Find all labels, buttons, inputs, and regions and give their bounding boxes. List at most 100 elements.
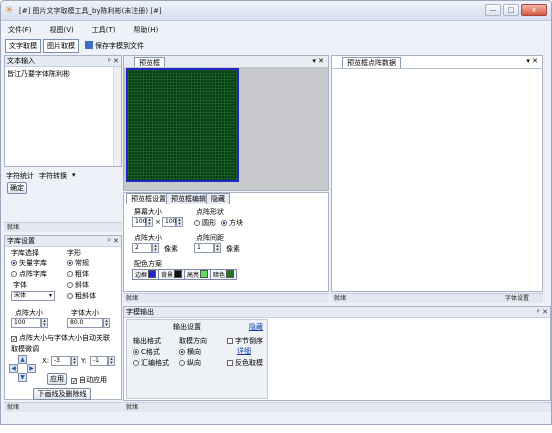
dot-data-area[interactable] (332, 68, 542, 291)
menu-tools[interactable]: 工具(T) (89, 23, 119, 37)
bg-color-button[interactable]: 背景 (158, 269, 186, 280)
dot-size-input[interactable]: 100 (11, 318, 41, 328)
asm-format-radio[interactable]: 汇编格式 (133, 358, 169, 368)
text-input-area[interactable]: 皆江乃要字体陈利彬 (7, 69, 70, 79)
radio-off-icon (11, 271, 17, 277)
output-settings-label: 输出设置 (173, 323, 201, 331)
radio-off-icon (194, 220, 200, 226)
close-icon[interactable]: ✕ (318, 57, 324, 65)
bold-italic-radio[interactable]: 粗斜体 (67, 291, 96, 301)
dot-size-input-2[interactable]: 2 (132, 243, 152, 253)
dark-color-button[interactable]: 暗色 (210, 269, 238, 280)
menu-file[interactable]: 文件(F) (5, 23, 35, 37)
vector-radio[interactable]: 矢量字库 (11, 258, 47, 268)
radio-on-icon (179, 349, 185, 355)
underline-strike-button[interactable]: 下画线及删除线 (33, 388, 91, 400)
c-format-radio[interactable]: C格式 (133, 347, 160, 357)
output-controls[interactable]: ᵖ ✕ (537, 307, 548, 317)
chevron-down-icon[interactable]: ▾ (72, 171, 76, 179)
data-panel-controls[interactable]: ▾ ✕ (526, 57, 538, 65)
font-size-spinner[interactable]: ▴ ▾ (103, 318, 110, 328)
x-spinner[interactable]: ▴ ▾ (71, 356, 78, 366)
arrow-down-icon[interactable]: ▼ (18, 373, 27, 382)
circle-radio[interactable]: 圆形 (194, 218, 216, 228)
hide-link[interactable]: 隐藏 (249, 322, 263, 332)
y-spinner[interactable]: ▴ ▾ (108, 356, 115, 366)
bold-radio[interactable]: 粗体 (67, 269, 89, 279)
invert-checkbox[interactable]: 反色取模 (227, 358, 263, 368)
checkbox-unchecked-icon (227, 360, 233, 366)
italic-radio[interactable]: 斜体 (67, 280, 89, 290)
output-title: 字模输出 (126, 308, 154, 316)
font-settings-controls[interactable]: ᵖ ✕ (108, 236, 119, 246)
char-stats-tab[interactable]: 字符统计 (6, 171, 34, 181)
vertical-label: 纵向 (187, 359, 201, 367)
bg-color-label: 背景 (161, 272, 174, 279)
detail-link[interactable]: 详细 (237, 346, 251, 356)
status-center-top: 就绪 (123, 293, 329, 303)
font-size-input[interactable]: 80.0 (67, 318, 103, 328)
text-mode-button[interactable]: 文字取模 (5, 38, 41, 53)
highlight-color-button[interactable]: 高亮 (184, 269, 212, 280)
menu-help[interactable]: 帮助(H) (131, 23, 162, 37)
tab-preview-settings[interactable]: 预览框设置 (126, 193, 171, 204)
close-icon[interactable]: ✕ (113, 57, 119, 65)
regular-radio[interactable]: 常规 (67, 258, 89, 268)
pin-icon[interactable]: ᵖ (108, 57, 111, 65)
menu-view[interactable]: 视图(V) (47, 23, 77, 37)
dot-gap-input[interactable]: 1 (194, 243, 214, 253)
dot-shape-label: 点阵形状 (196, 208, 224, 216)
y-input[interactable]: -1 (90, 356, 108, 366)
screen-height-input[interactable]: 100 (162, 217, 176, 227)
screen-height-spinner[interactable]: ▴ ▾ (176, 217, 183, 227)
dot-size-spinner[interactable]: ▴ ▾ (41, 318, 48, 328)
image-mode-button[interactable]: 图片取模 (43, 38, 79, 53)
confirm-button[interactable]: 确定 (7, 182, 27, 194)
arrow-right-icon[interactable]: ▶ (27, 364, 36, 373)
close-icon[interactable]: ✕ (532, 57, 538, 65)
screen-width-spinner[interactable]: ▴ ▾ (146, 217, 153, 227)
font-select[interactable]: 宋体 ▾ (11, 291, 55, 301)
auto-link-checkbox[interactable]: ✓ 点阵大小与字体大小自动关联 (11, 333, 110, 343)
x-input[interactable]: -3 (51, 356, 71, 366)
text-input-header: 文本输入 ᵖ ✕ (5, 56, 121, 67)
dot-size-spinner-2[interactable]: ▴ ▾ (152, 243, 159, 253)
chevron-down-icon[interactable]: ▾ (312, 57, 316, 65)
font-settings-status[interactable]: 字体设置 (505, 294, 529, 304)
times-label: × (155, 218, 161, 226)
text-input-scrollbar[interactable] (113, 67, 121, 166)
y-label: Y: (81, 357, 87, 365)
dot-data-tab[interactable]: 预览框点阵数据 (342, 57, 401, 68)
screen-width-input[interactable]: 100 (132, 217, 146, 227)
checkbox-checked-icon: ✓ (71, 378, 78, 385)
apply-button[interactable]: 应用 (47, 373, 67, 385)
text-input-controls[interactable]: ᵖ ✕ (108, 56, 119, 66)
horizontal-radio[interactable]: 横向 (179, 347, 201, 357)
bitmap-radio[interactable]: 点阵字库 (11, 269, 47, 279)
preview-controls[interactable]: ▾ ✕ (312, 57, 324, 65)
save-button[interactable]: 保存字模到文件 (81, 39, 148, 53)
dot-size-label: 点阵大小 (15, 309, 43, 317)
maximize-button[interactable]: □ (503, 4, 519, 16)
vector-label: 矢量字库 (19, 259, 47, 267)
arrow-up-icon[interactable]: ▲ (18, 355, 27, 364)
auto-apply-checkbox[interactable]: ✓ 自动应用 (71, 375, 107, 385)
vertical-radio[interactable]: 纵向 (179, 358, 201, 368)
color-swatch (226, 270, 235, 278)
square-radio[interactable]: 方块 (221, 218, 243, 228)
border-color-button[interactable]: 边框 (132, 269, 160, 280)
border-color-label: 边框 (135, 272, 148, 279)
char-convert-tab[interactable]: 字符转换 (39, 171, 67, 181)
close-button[interactable]: x (521, 4, 547, 16)
arrow-left-icon[interactable]: ◀ (9, 364, 18, 373)
tab-hide[interactable]: 隐藏 (206, 193, 230, 204)
color-swatch (174, 270, 183, 278)
regular-label: 常规 (75, 259, 89, 267)
text-input-panel: 文本输入 ᵖ ✕ 皆江乃要字体陈利彬 (4, 55, 122, 167)
dot-size-label-2: 点阵大小 (134, 234, 162, 242)
byte-reverse-checkbox[interactable]: 字节倒序 (227, 336, 263, 346)
dot-gap-spinner[interactable]: ▴ ▾ (214, 243, 221, 253)
tab-preview-edit[interactable]: 预览框编辑 (166, 193, 211, 204)
minimize-button[interactable]: — (485, 4, 501, 16)
chevron-down-icon[interactable]: ▾ (526, 57, 530, 65)
